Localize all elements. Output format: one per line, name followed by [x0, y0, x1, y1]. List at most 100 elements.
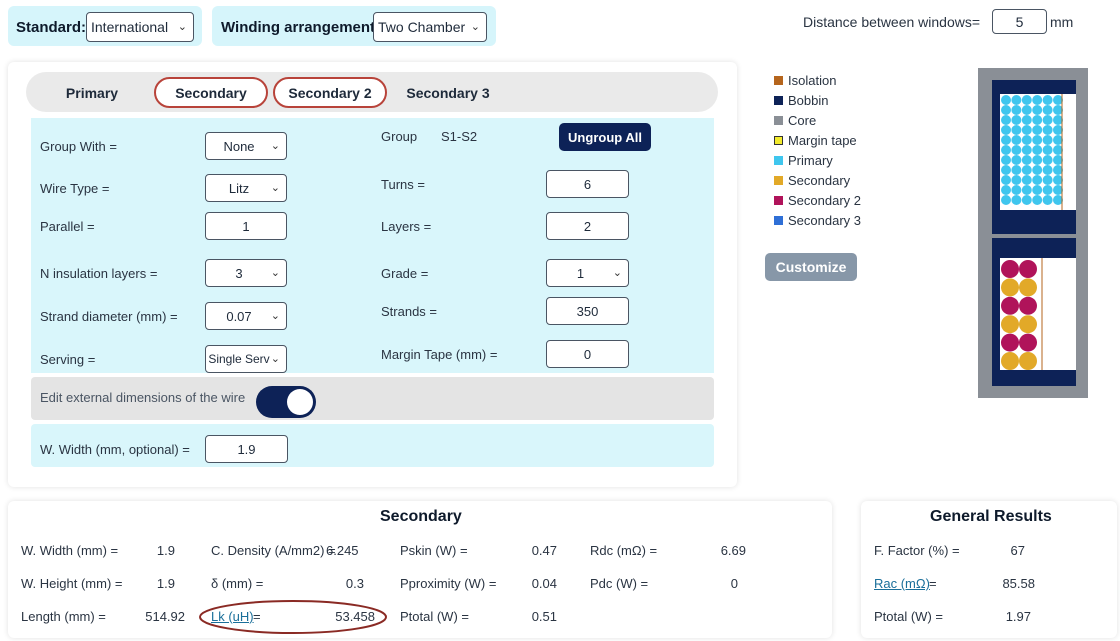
general-results-title: General Results [930, 508, 1052, 525]
strands-label: Strands = [381, 304, 438, 319]
legend-label: Isolation [788, 73, 837, 88]
tab-secondary[interactable]: Secondary [154, 77, 268, 108]
turns-label: Turns = [381, 177, 425, 192]
tab-secondary-3[interactable]: Secondary 3 [393, 77, 503, 108]
primary-turn [1001, 105, 1011, 115]
strand-diameter-select[interactable]: 0.07 ⌄ [205, 302, 287, 330]
strands-value: 350 [576, 303, 599, 319]
legend-label: Secondary 2 [788, 193, 861, 208]
primary-turn [1001, 195, 1011, 205]
chevron-down-icon: ⌄ [270, 140, 280, 152]
w-width-label: W. Width (mm, optional) = [40, 442, 190, 457]
secondary-turn [1001, 315, 1019, 334]
group-with-select[interactable]: None ⌄ [205, 132, 287, 160]
serving-select[interactable]: Single Serv ⌄ [205, 345, 287, 373]
legend-item: Margin tape [774, 133, 857, 148]
layers-value: 2 [583, 218, 592, 234]
margin-tape-input[interactable]: 0 [546, 340, 629, 368]
general-ptotal-label: Ptotal (W) = [874, 609, 943, 624]
parallel-input[interactable]: 1 [205, 212, 287, 240]
pskin-value: 0.47 [531, 543, 557, 558]
winding-select[interactable]: Two Chamber ⌄ [373, 12, 487, 42]
w-width-value: 1.9 [237, 441, 256, 457]
margin-tape-value: 0 [583, 346, 592, 362]
tab-secondary-3-label: Secondary 3 [406, 84, 490, 101]
n-insulation-value: 3 [235, 265, 243, 281]
rac-value: 85.58 [1002, 576, 1035, 591]
legend-swatch [774, 196, 783, 205]
secondary-turn [1001, 352, 1019, 370]
w-width-input[interactable]: 1.9 [205, 435, 288, 463]
bobbin-middle-b [992, 238, 1076, 258]
primary-turn [1021, 185, 1032, 195]
legend-item: Bobbin [774, 93, 828, 108]
tab-primary[interactable]: Primary [40, 77, 144, 108]
winding-label: Winding arrangement: [221, 19, 381, 36]
legend-swatch [774, 156, 783, 165]
primary-turn [1011, 95, 1022, 105]
rac-link[interactable]: Rac (mΩ) [874, 576, 930, 591]
primary-turn [1032, 185, 1043, 195]
ptotal-label: Ptotal (W) = [400, 609, 469, 624]
primary-turn [1032, 145, 1043, 155]
delta-label: δ (mm) = [211, 576, 264, 591]
grade-select[interactable]: 1 ⌄ [546, 259, 629, 287]
rdc-label: Rdc (mΩ) = [590, 543, 658, 558]
lk-highlight-ellipse [199, 600, 387, 634]
secondary-turn [1019, 352, 1037, 370]
legend-swatch [774, 96, 783, 105]
customize-button[interactable]: Customize [765, 253, 857, 281]
serving-value: Single Serv [208, 352, 270, 366]
rdc-value: 6.69 [720, 543, 746, 558]
primary-turn [1032, 125, 1043, 135]
legend-label: Primary [788, 153, 833, 168]
edit-external-toggle[interactable] [256, 386, 316, 418]
chevron-down-icon: ⌄ [270, 182, 280, 194]
legend-item: Core [774, 113, 816, 128]
primary-turn [1042, 135, 1053, 145]
ungroup-all-button[interactable]: Ungroup All [559, 123, 651, 151]
primary-turn [1011, 195, 1022, 205]
primary-turn [1021, 105, 1032, 115]
layers-input[interactable]: 2 [546, 212, 629, 240]
c-density-label: C. Density (A/mm2) = [211, 543, 336, 558]
n-insulation-select[interactable]: 3 ⌄ [205, 259, 287, 287]
legend-item: Secondary [774, 173, 850, 188]
strands-input[interactable]: 350 [546, 297, 629, 325]
pskin-label: Pskin (W) = [400, 543, 468, 558]
primary-turn [1001, 125, 1011, 135]
serving-label: Serving = [40, 352, 96, 367]
group-with-label: Group With = [40, 139, 117, 154]
primary-turn [1042, 125, 1053, 135]
tab-secondary-2[interactable]: Secondary 2 [273, 77, 387, 108]
legend-label: Margin tape [788, 133, 857, 148]
legend-item: Secondary 2 [774, 193, 861, 208]
primary-turn [1021, 135, 1032, 145]
primary-turn [1021, 165, 1032, 175]
group-with-value: None [223, 138, 255, 154]
standard-select-value: International [91, 19, 169, 35]
n-insulation-label: N insulation layers = [40, 266, 158, 281]
legend-item: Isolation [774, 73, 836, 88]
parallel-label: Parallel = [40, 219, 95, 234]
rac-eq: = [929, 576, 937, 591]
grade-value: 1 [576, 265, 585, 281]
primary-turn [1042, 155, 1053, 165]
wire-type-select[interactable]: Litz ⌄ [205, 174, 287, 202]
pproximity-value: 0.04 [531, 576, 557, 591]
customize-label: Customize [775, 259, 847, 275]
legend-swatch [774, 116, 783, 125]
standard-select[interactable]: International ⌄ [86, 12, 194, 42]
primary-turn [1032, 165, 1043, 175]
toggle-knob [287, 389, 313, 415]
chevron-down-icon: ⌄ [612, 267, 622, 279]
length-result-label: Length (mm) = [21, 609, 106, 624]
delta-value: 0.3 [345, 576, 364, 591]
strand-diameter-label: Strand diameter (mm) = [40, 309, 178, 324]
chevron-down-icon: ⌄ [470, 21, 480, 33]
turns-input[interactable]: 6 [546, 170, 629, 198]
secondary-turn [1019, 333, 1037, 352]
distance-input[interactable]: 5 [992, 9, 1047, 34]
primary-turn [1021, 115, 1032, 125]
parallel-value: 1 [242, 218, 250, 234]
